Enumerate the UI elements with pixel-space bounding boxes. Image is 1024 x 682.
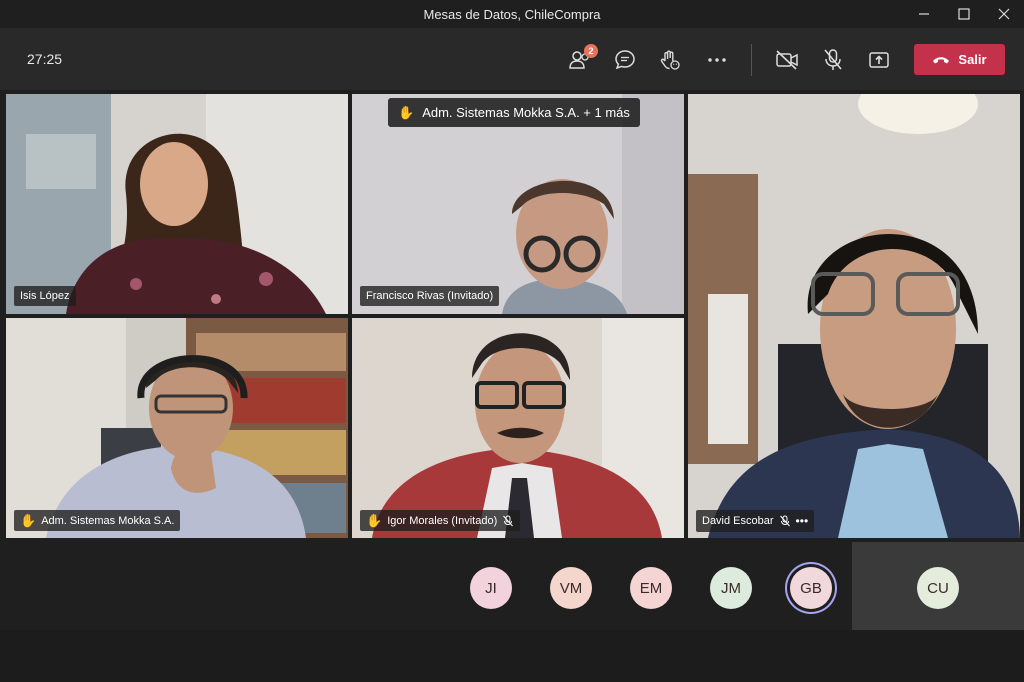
participant-name-tag: Francisco Rivas (Invitado) [360,286,500,306]
chat-icon [615,50,635,70]
raised-hand-icon: ✋ [366,513,383,528]
share-screen-button[interactable] [865,46,893,74]
avatar-initials: EM [639,579,663,597]
chat-button[interactable] [611,46,639,74]
avatar-initials: JM [721,579,741,597]
participant-name-tag: ✋ Igor Morales (Invitado) [360,510,521,531]
participant-avatar[interactable]: JM [710,567,752,609]
maximize-button[interactable] [944,0,984,28]
participant-avatar[interactable]: EM [630,567,672,609]
window-title: Mesas de Datos, ChileCompra [423,6,601,22]
close-button[interactable] [984,0,1024,28]
participant-avatar-speaking[interactable]: GB [790,567,832,609]
window-controls [904,0,1024,28]
mic-off-icon [779,515,790,527]
raise-hand-icon [660,50,680,70]
participants-strip: JI VM EM JM GB [0,542,852,630]
participant-avatar[interactable]: JI [470,567,512,609]
teams-meeting-window: Mesas de Datos, ChileCompra 27:25 2 Sali… [0,0,1024,682]
participant-name: Igor Morales (Invitado) [387,514,498,527]
camera-off-icon [776,50,798,70]
avatar-initials: CU [927,579,949,597]
minimize-button[interactable] [904,0,944,28]
participant-name: Adm. Sistemas Mokka S.A. [41,514,175,527]
participant-avatar[interactable]: VM [550,567,592,609]
raised-hands-text: Adm. Sistemas Mokka S.A. + 1 más [422,105,630,120]
video-tile-igor[interactable]: ✋ Igor Morales (Invitado) [352,318,684,538]
participant-name: Isis López [20,290,70,302]
minimize-icon [919,13,929,15]
title-bar: Mesas de Datos, ChileCompra [0,0,1024,28]
reactions-button[interactable] [656,46,684,74]
participant-video [688,94,1020,538]
more-options-icon[interactable]: ••• [796,514,809,528]
close-icon [998,8,1010,20]
participant-name-tag: ✋ Adm. Sistemas Mokka S.A. [14,510,181,531]
video-tile-isis[interactable]: Isis López [6,94,348,314]
raised-hand-icon: ✋ [398,105,415,120]
toolbar-divider [751,44,752,76]
leave-button[interactable]: Salir [914,44,1005,75]
participant-video [6,94,348,314]
participant-name: Francisco Rivas (Invitado) [366,290,494,302]
participants-button[interactable]: 2 [566,44,598,74]
avatar-initials: JI [485,579,497,597]
participant-name: David Escobar [702,515,774,527]
participant-video [352,94,684,314]
leave-label: Salir [958,52,987,67]
participants-badge: 2 [584,44,598,58]
mic-toggle-button[interactable] [819,46,847,74]
video-tile-francisco[interactable]: ✋ Adm. Sistemas Mokka S.A. + 1 más Franc… [352,94,684,314]
maximize-icon [958,8,970,20]
participant-video [352,318,684,538]
more-actions-button[interactable] [703,46,731,74]
meeting-timer: 27:25 [27,51,63,67]
meeting-toolbar: 27:25 2 Salir [0,28,1024,90]
mic-off-icon [503,515,514,526]
share-tray-icon [869,52,889,68]
more-icon [708,58,726,62]
video-tile-mokka[interactable]: ✋ Adm. Sistemas Mokka S.A. [6,318,348,538]
participant-name-tag: David Escobar ••• [696,510,815,532]
raised-hands-banner[interactable]: ✋ Adm. Sistemas Mokka S.A. + 1 más [388,98,640,127]
avatar-initials: GB [800,579,822,597]
hang-up-icon [933,56,950,63]
participant-video [6,318,348,538]
mic-off-icon [824,49,842,70]
raised-hand-icon: ✋ [20,513,37,528]
bottom-bar [0,630,1024,682]
camera-toggle-button[interactable] [773,46,801,74]
self-preview[interactable]: CU [852,542,1024,630]
avatar-initials: VM [559,579,583,597]
video-tile-david[interactable]: David Escobar ••• [688,94,1020,538]
participant-name-tag: Isis López [14,286,76,306]
self-avatar: CU [917,567,959,609]
